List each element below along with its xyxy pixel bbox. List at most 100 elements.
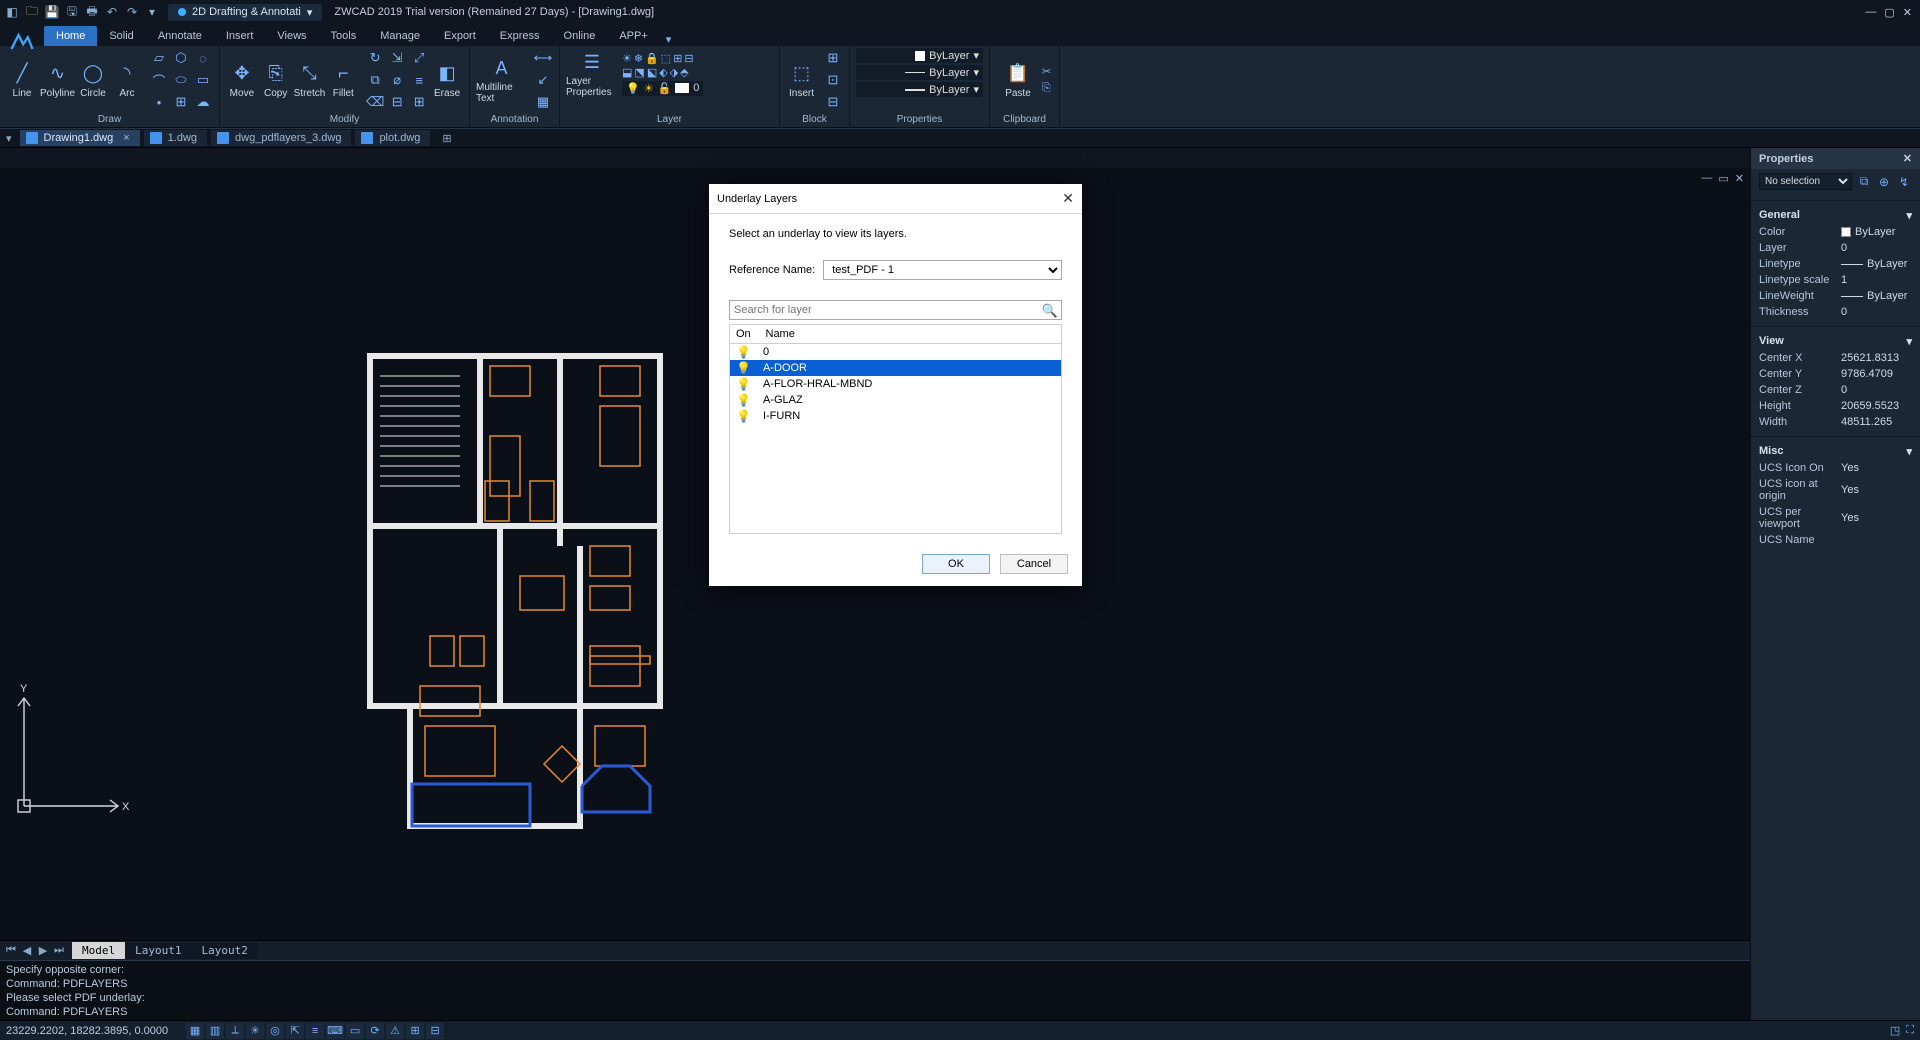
status-toggle[interactable]: ⊞ [406, 1023, 424, 1039]
draw-tool-icon[interactable]: • [149, 92, 169, 112]
lwt-toggle[interactable]: ≡ [306, 1023, 324, 1039]
copy-button[interactable]: ⎘Copy [260, 60, 292, 101]
pickadd-icon[interactable]: ⊕ [1876, 174, 1892, 190]
layer-tool-icon[interactable]: ⬔ [634, 66, 644, 79]
property-row[interactable]: LineWeightByLayer [1751, 288, 1920, 304]
modify-tool-icon[interactable]: ⊟ [387, 92, 407, 112]
polyline-button[interactable]: ∿Polyline [40, 60, 75, 101]
vp-restore-icon[interactable]: ▭ [1718, 172, 1728, 185]
workspace-switcher[interactable]: 2D Drafting & Annotati ▾ [168, 4, 322, 21]
ribbon-expand-icon[interactable]: ▾ [666, 33, 672, 46]
layer-tool-icon[interactable]: ⬓ [622, 66, 632, 79]
layer-tool-icon[interactable]: ⬕ [647, 66, 657, 79]
modify-tool-icon[interactable]: ↻ [365, 48, 385, 68]
modify-tool-icon[interactable]: ⧉ [365, 70, 385, 90]
close-button[interactable]: ✕ [1903, 6, 1912, 19]
first-layout-icon[interactable]: ⏮ [4, 944, 18, 957]
property-row[interactable]: UCS Icon OnYes [1751, 460, 1920, 476]
cleanscreen-icon[interactable]: ⛶ [1906, 1024, 1914, 1037]
tab-appplus[interactable]: APP+ [607, 26, 659, 46]
property-row[interactable]: Width48511.265 [1751, 414, 1920, 430]
model-toggle[interactable]: ▭ [346, 1023, 364, 1039]
tab-online[interactable]: Online [552, 26, 608, 46]
tab-home[interactable]: Home [44, 26, 97, 46]
modify-tool-icon[interactable]: ⌀ [387, 70, 407, 90]
close-tab-icon[interactable]: × [123, 132, 129, 144]
draw-tool-icon[interactable]: ▭ [193, 70, 213, 90]
command-line[interactable]: Specify opposite corner:Command: PDFLAYE… [0, 960, 1750, 1020]
last-layout-icon[interactable]: ⏭ [52, 944, 66, 957]
layer-tool-icon[interactable]: ☀ [622, 52, 632, 65]
property-row[interactable]: Center Z0 [1751, 382, 1920, 398]
layer-row[interactable]: 💡A-DOOR [730, 360, 1061, 376]
layer-properties-button[interactable]: ☰Layer Properties [566, 48, 618, 100]
layer-search-input[interactable] [729, 300, 1062, 320]
layer-row[interactable]: 💡A-GLAZ [730, 392, 1061, 408]
layer-row[interactable]: 💡A-FLOR-HRAL-MBND [730, 376, 1061, 392]
layer-tool-icon[interactable]: ⬚ [661, 52, 671, 65]
grid-toggle[interactable]: ▥ [206, 1023, 224, 1039]
prev-layout-icon[interactable]: ◀ [20, 944, 34, 957]
draw-tool-icon[interactable]: ⬭ [171, 70, 191, 90]
otrack-toggle[interactable]: ⇱ [286, 1023, 304, 1039]
tab-views[interactable]: Views [265, 26, 318, 46]
block-tool-icon[interactable]: ⊟ [823, 92, 843, 112]
property-row[interactable]: UCS per viewportYes [1751, 504, 1920, 532]
cut-icon[interactable]: ✂ [1042, 65, 1051, 78]
cancel-button[interactable]: Cancel [1000, 554, 1068, 574]
modify-tool-icon[interactable]: ⇲ [387, 48, 407, 68]
layer-tool-icon[interactable]: ⬘ [680, 66, 688, 79]
layer-tool-icon[interactable]: ⊟ [684, 52, 693, 65]
tab-export[interactable]: Export [432, 26, 488, 46]
doc-tab[interactable]: plot.dwg [355, 130, 430, 146]
layer-tool-icon[interactable]: ⊞ [673, 52, 682, 65]
current-layer-selector[interactable]: 💡 ☀ 🔓 0 [622, 81, 703, 96]
status-toggle[interactable]: ⊟ [426, 1023, 444, 1039]
col-name[interactable]: Name [760, 325, 1062, 344]
block-tool-icon[interactable]: ⊡ [823, 70, 843, 90]
move-button[interactable]: ✥Move [226, 60, 258, 101]
arc-button[interactable]: ◝Arc [111, 60, 143, 101]
collapse-icon[interactable]: ▾ [1906, 445, 1912, 458]
plot-icon[interactable]: 🖶 [84, 4, 100, 20]
minimize-button[interactable]: — [1865, 6, 1876, 19]
next-layout-icon[interactable]: ▶ [36, 944, 50, 957]
line-button[interactable]: ╱Line [6, 60, 38, 101]
property-row[interactable]: UCS icon at originYes [1751, 476, 1920, 504]
app-menu-icon[interactable]: ◧ [4, 4, 20, 20]
tab-insert[interactable]: Insert [214, 26, 266, 46]
modify-tool-icon[interactable]: ⌫ [365, 92, 385, 112]
property-row[interactable]: Center X25621.8313 [1751, 350, 1920, 366]
layout-tab-model[interactable]: Model [72, 942, 125, 959]
annomonitor-toggle[interactable]: ⚠ [386, 1023, 404, 1039]
layer-tool-icon[interactable]: 🔒 [645, 52, 659, 65]
bulb-icon[interactable]: 💡 [736, 377, 751, 391]
properties-close-icon[interactable]: ✕ [1903, 152, 1912, 165]
dialog-close-icon[interactable]: ✕ [1062, 190, 1074, 207]
saveas-icon[interactable]: 🖫 [64, 4, 80, 20]
polar-toggle[interactable]: ✳ [246, 1023, 264, 1039]
bulb-icon[interactable]: 💡 [736, 393, 751, 407]
property-row[interactable]: ColorByLayer [1751, 224, 1920, 240]
new-tab-icon[interactable]: ⊞ [442, 132, 451, 145]
col-on[interactable]: On [730, 325, 760, 344]
vp-minimize-icon[interactable]: — [1701, 172, 1712, 185]
leader-icon[interactable]: ↙ [533, 70, 553, 90]
mtext-button[interactable]: AMultiline Text [476, 54, 527, 106]
search-icon[interactable]: 🔍 [1042, 303, 1058, 319]
layer-tool-icon[interactable]: ⬖ [659, 66, 667, 79]
stretch-button[interactable]: ⤡Stretch [294, 60, 326, 101]
draw-tool-icon[interactable]: ⊞ [171, 92, 191, 112]
layer-row[interactable]: 💡0 [730, 344, 1061, 360]
paste-button[interactable]: 📋Paste [996, 60, 1040, 101]
ok-button[interactable]: OK [922, 554, 990, 574]
property-row[interactable]: Center Y9786.4709 [1751, 366, 1920, 382]
open-icon[interactable]: 🗀 [24, 4, 40, 20]
tab-express[interactable]: Express [488, 26, 552, 46]
fillet-button[interactable]: ⌐Fillet [327, 60, 359, 101]
property-row[interactable]: Layer0 [1751, 240, 1920, 256]
layer-row[interactable]: 💡I-FURN [730, 408, 1061, 424]
draw-tool-icon[interactable]: ☁ [193, 92, 213, 112]
block-tool-icon[interactable]: ⊞ [823, 48, 843, 68]
dim-icon[interactable]: ⟷ [533, 48, 553, 68]
